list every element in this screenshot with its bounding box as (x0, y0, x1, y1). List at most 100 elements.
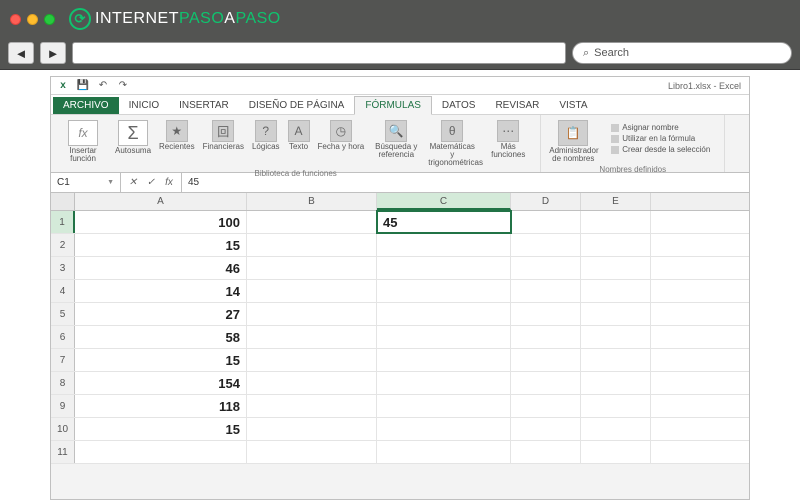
formula-input[interactable]: 45 (182, 177, 749, 188)
text-button[interactable]: A Texto (286, 118, 312, 153)
row-header[interactable]: 10 (51, 418, 75, 440)
cell-B7[interactable] (247, 349, 377, 371)
cell-E3[interactable] (581, 257, 651, 279)
cell-C6[interactable] (377, 326, 511, 348)
cell-B3[interactable] (247, 257, 377, 279)
cell-A7[interactable]: 15 (75, 349, 247, 371)
cell-A1[interactable]: 100 (75, 211, 247, 233)
tab-diseno[interactable]: DISEÑO DE PÁGINA (239, 97, 355, 114)
spreadsheet-grid[interactable]: A B C D E 110045215346414527658715815491… (51, 193, 749, 464)
cell-D4[interactable] (511, 280, 581, 302)
name-manager-button[interactable]: 📋 Administrador de nombres (547, 118, 599, 165)
redo-icon[interactable]: ↷ (117, 80, 129, 92)
cell-E8[interactable] (581, 372, 651, 394)
cell-E5[interactable] (581, 303, 651, 325)
minimize-window-icon[interactable] (27, 14, 38, 25)
name-box[interactable]: C1 ▼ (51, 173, 121, 192)
row-header[interactable]: 3 (51, 257, 75, 279)
forward-button[interactable]: ► (40, 42, 66, 64)
cell-B9[interactable] (247, 395, 377, 417)
back-button[interactable]: ◄ (8, 42, 34, 64)
insert-function-button[interactable]: fx Insertar función (57, 118, 109, 165)
cell-D8[interactable] (511, 372, 581, 394)
cell-C9[interactable] (377, 395, 511, 417)
cell-C8[interactable] (377, 372, 511, 394)
row-header[interactable]: 8 (51, 372, 75, 394)
cell-D3[interactable] (511, 257, 581, 279)
define-name-button[interactable]: Asignar nombre (611, 122, 710, 133)
cancel-formula-button[interactable]: ✕ (125, 177, 141, 188)
cell-C1[interactable]: 45 (377, 211, 511, 233)
cell-A6[interactable]: 58 (75, 326, 247, 348)
cell-C11[interactable] (377, 441, 511, 463)
row-header[interactable]: 7 (51, 349, 75, 371)
search-input[interactable]: ⌕ Search (572, 42, 792, 64)
col-header-d[interactable]: D (511, 193, 581, 210)
tab-datos[interactable]: DATOS (432, 97, 486, 114)
maximize-window-icon[interactable] (44, 14, 55, 25)
cell-B10[interactable] (247, 418, 377, 440)
cell-B2[interactable] (247, 234, 377, 256)
cell-D5[interactable] (511, 303, 581, 325)
tab-revisar[interactable]: REVISAR (485, 97, 549, 114)
tab-insertar[interactable]: INSERTAR (169, 97, 239, 114)
tab-vista[interactable]: VISTA (549, 97, 597, 114)
create-from-selection-button[interactable]: Crear desde la selección (611, 144, 710, 155)
cell-E1[interactable] (581, 211, 651, 233)
cell-C10[interactable] (377, 418, 511, 440)
cell-B1[interactable] (247, 211, 377, 233)
cell-E11[interactable] (581, 441, 651, 463)
cell-C7[interactable] (377, 349, 511, 371)
col-header-e[interactable]: E (581, 193, 651, 210)
cell-D9[interactable] (511, 395, 581, 417)
row-header[interactable]: 4 (51, 280, 75, 302)
cell-A10[interactable]: 15 (75, 418, 247, 440)
cell-E4[interactable] (581, 280, 651, 302)
cell-C5[interactable] (377, 303, 511, 325)
lookup-button[interactable]: 🔍 Búsqueda y referencia (370, 118, 422, 161)
cell-A9[interactable]: 118 (75, 395, 247, 417)
row-header[interactable]: 2 (51, 234, 75, 256)
logical-button[interactable]: ? Lógicas (250, 118, 282, 153)
cell-D6[interactable] (511, 326, 581, 348)
cell-B5[interactable] (247, 303, 377, 325)
cell-B11[interactable] (247, 441, 377, 463)
url-input[interactable] (72, 42, 566, 64)
col-header-a[interactable]: A (75, 193, 247, 210)
close-window-icon[interactable] (10, 14, 21, 25)
cell-E9[interactable] (581, 395, 651, 417)
accept-formula-button[interactable]: ✓ (143, 177, 159, 188)
cell-E6[interactable] (581, 326, 651, 348)
financial-button[interactable]: 回 Financieras (201, 118, 246, 153)
cell-C3[interactable] (377, 257, 511, 279)
cell-A11[interactable] (75, 441, 247, 463)
cell-D10[interactable] (511, 418, 581, 440)
use-in-formula-button[interactable]: Utilizar en la fórmula (611, 133, 710, 144)
col-header-b[interactable]: B (247, 193, 377, 210)
fx-button[interactable]: fx (161, 177, 177, 188)
cell-A4[interactable]: 14 (75, 280, 247, 302)
cell-B8[interactable] (247, 372, 377, 394)
cell-C4[interactable] (377, 280, 511, 302)
save-icon[interactable]: 💾 (77, 80, 89, 92)
row-header[interactable]: 9 (51, 395, 75, 417)
cell-E2[interactable] (581, 234, 651, 256)
tab-formulas[interactable]: FÓRMULAS (354, 96, 432, 115)
cell-A3[interactable]: 46 (75, 257, 247, 279)
row-header[interactable]: 6 (51, 326, 75, 348)
cell-B4[interactable] (247, 280, 377, 302)
cell-D11[interactable] (511, 441, 581, 463)
cell-A5[interactable]: 27 (75, 303, 247, 325)
row-header[interactable]: 1 (51, 211, 75, 233)
recent-button[interactable]: ★ Recientes (157, 118, 197, 153)
cell-A8[interactable]: 154 (75, 372, 247, 394)
cell-E7[interactable] (581, 349, 651, 371)
col-header-c[interactable]: C (377, 193, 511, 210)
cell-D2[interactable] (511, 234, 581, 256)
cell-D1[interactable] (511, 211, 581, 233)
tab-inicio[interactable]: INICIO (119, 97, 170, 114)
select-all-corner[interactable] (51, 193, 75, 210)
cell-D7[interactable] (511, 349, 581, 371)
row-header[interactable]: 5 (51, 303, 75, 325)
math-button[interactable]: θ Matemáticas y trigonométricas (426, 118, 478, 169)
